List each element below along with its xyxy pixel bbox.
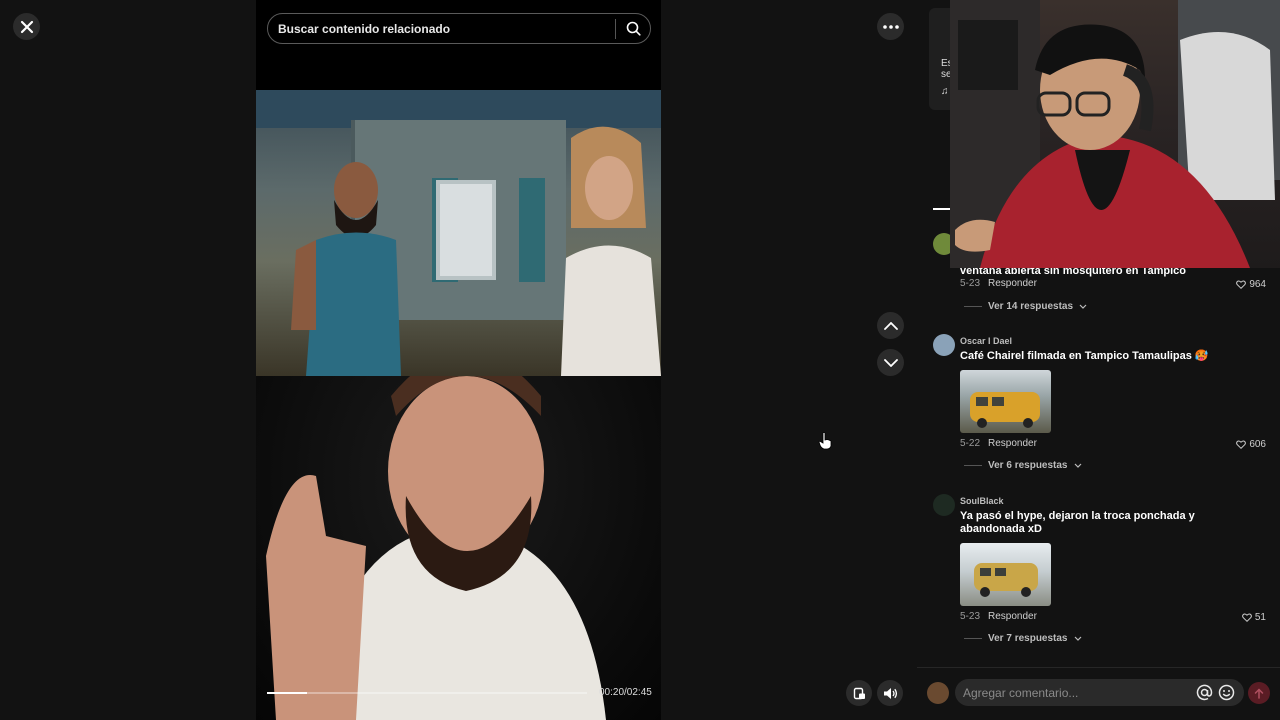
mouse-cursor-icon [818,432,832,450]
comment-image[interactable] [960,370,1051,433]
reply-button[interactable]: Responder [988,611,1037,622]
comment-text: Ya pasó el hype, dejaron la troca poncha… [960,510,1195,535]
chevron-down-icon [883,358,898,367]
progress-fill [267,692,307,694]
comment-date: 5-22 [960,438,981,449]
avatar[interactable] [927,682,949,704]
comment-meta: 5-22 Responder [960,438,1037,449]
chevron-up-icon [883,321,898,330]
like-count: 964 [1249,279,1266,290]
like-button[interactable]: 606 [1236,439,1266,450]
comment-item: Oscar I Dael Café Chairel filmada en Tam… [933,334,1273,474]
avatar[interactable] [933,334,955,356]
arrow-up-icon [1254,687,1264,699]
comment-meta: 5-23 Responder [960,278,1037,289]
heart-icon [1242,613,1252,622]
video-stage: 00:20/02:45 [0,0,917,720]
like-count: 51 [1254,612,1266,623]
comment-text: Café Chairel filmada en Tampico Tamaulip… [960,350,1209,362]
more-options-button[interactable] [877,13,904,40]
view-replies-button[interactable]: Ver 6 respuestas [964,460,1082,471]
timecode: 00:20/02:45 [599,687,652,698]
view-replies-label: Ver 7 respuestas [988,633,1068,644]
like-count: 606 [1249,439,1266,450]
chevron-down-icon [1074,636,1081,641]
comment-image[interactable] [960,543,1051,606]
webcam-overlay [950,0,1280,268]
reply-button[interactable]: Responder [988,438,1037,449]
chevron-down-icon [1079,304,1087,309]
close-button[interactable] [13,13,40,40]
volume-button[interactable] [877,680,903,706]
progress-bar[interactable] [267,692,587,694]
view-replies-label: Ver 6 respuestas [988,460,1068,471]
send-comment-button[interactable] [1248,682,1270,704]
emoji-icon[interactable] [1218,684,1235,701]
comment-date: 5-23 [960,611,981,622]
reply-button[interactable]: Responder [988,278,1037,289]
previous-video-button[interactable] [877,312,904,339]
view-replies-label: Ver 14 respuestas [988,301,1074,312]
next-video-button[interactable] [877,349,904,376]
like-button[interactable]: 51 [1242,612,1266,623]
movie-scene-image [256,90,661,376]
search-icon [626,21,641,36]
mini-player-icon [853,687,865,699]
floating-player-button[interactable] [846,680,872,706]
ellipsis-icon [882,24,899,29]
search-button[interactable] [616,21,650,36]
view-replies-button[interactable]: Ver 7 respuestas [964,633,1082,644]
mention-icon[interactable] [1196,684,1213,701]
comment-meta: 5-23 Responder [960,611,1037,622]
comment-composer [917,667,1280,720]
close-icon [20,20,33,33]
comment-username[interactable]: Oscar I Dael [960,336,1260,346]
chevron-down-icon [1074,463,1081,468]
comment-item: SoulBlack Ya pasó el hype, dejaron la tr… [933,494,1273,649]
view-replies-button[interactable]: Ver 14 respuestas [964,301,1087,312]
avatar[interactable] [933,494,955,516]
tab-indicator [933,208,951,210]
heart-icon [1236,440,1247,449]
speaker-icon [883,687,897,699]
video-player[interactable]: 00:20/02:45 [256,0,661,720]
comment-date: 5-23 [960,278,981,289]
presenter-image [256,376,661,720]
comment-username[interactable]: SoulBlack [960,496,1260,506]
like-button[interactable]: 964 [1236,279,1266,290]
search-bar [267,13,651,44]
heart-icon [1236,280,1247,289]
streamer-image [950,0,1280,268]
search-input[interactable] [268,21,615,36]
